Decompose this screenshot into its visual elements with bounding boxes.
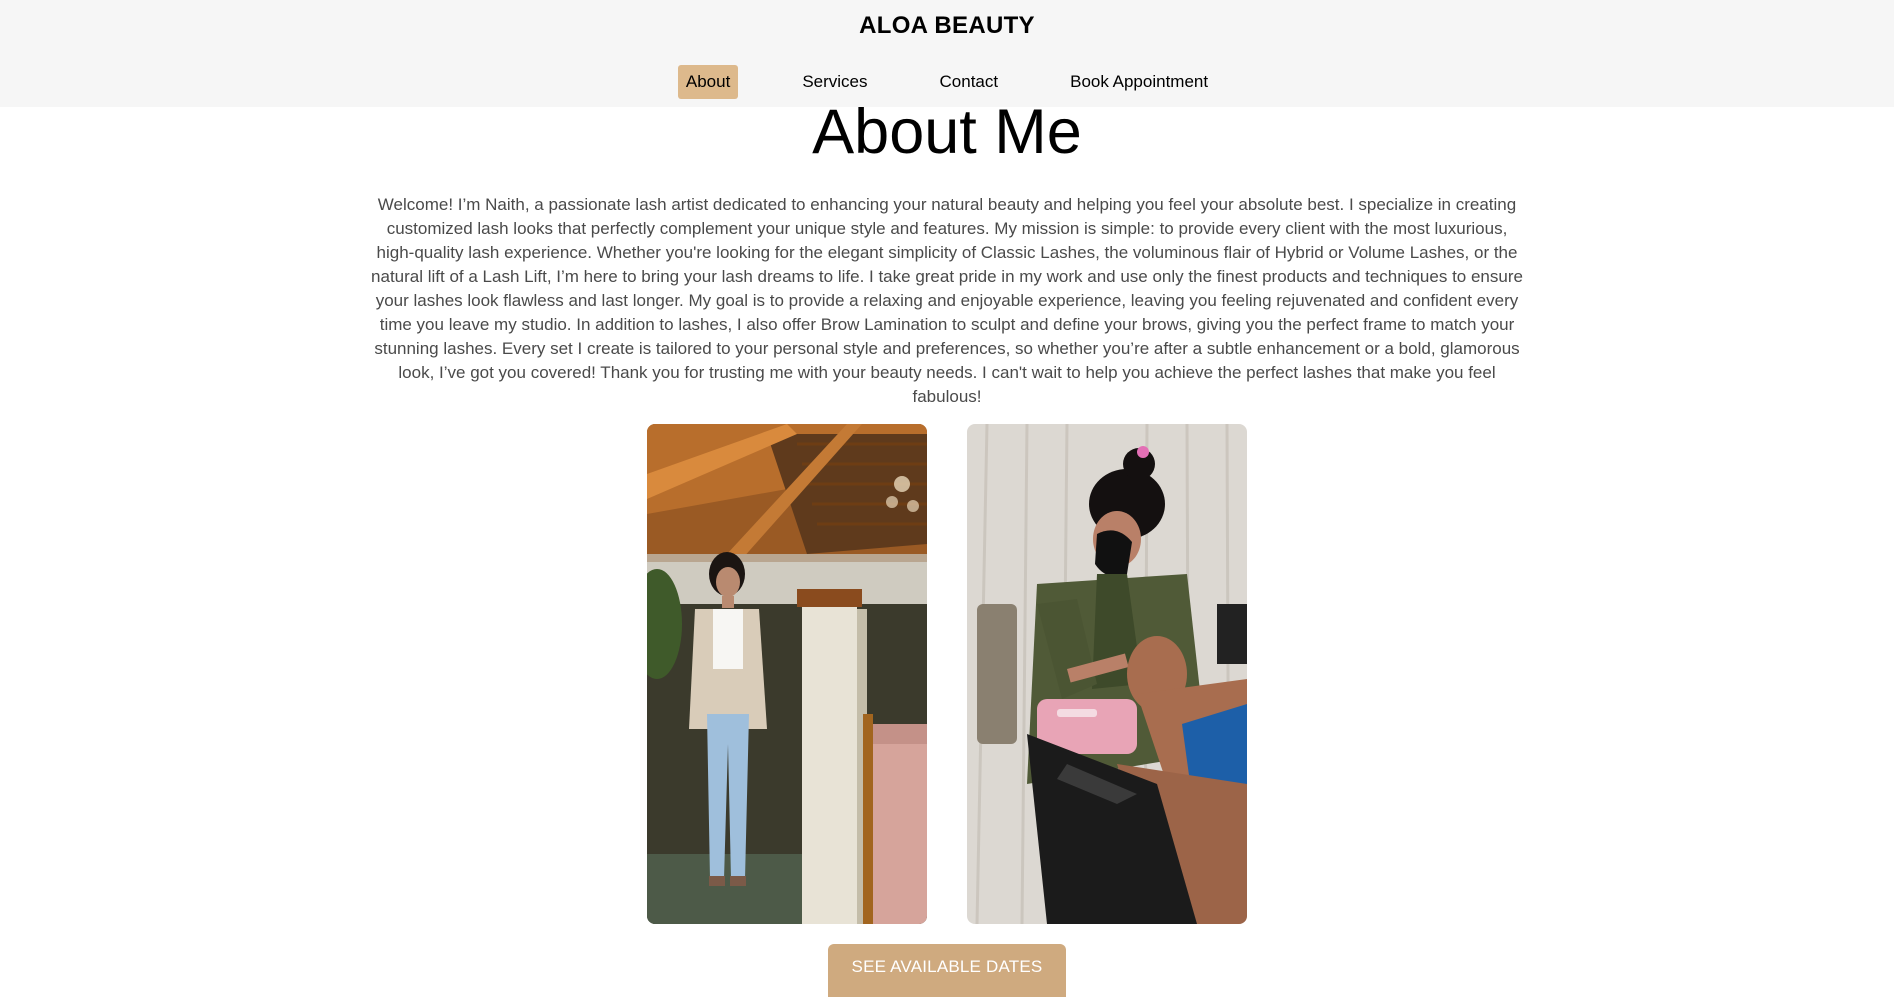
brand-logo[interactable]: ALOA BEAUTY: [0, 12, 1894, 40]
nav-item-services[interactable]: Services: [794, 65, 875, 99]
photo-gallery: [0, 424, 1894, 924]
main-nav: About Services Contact Book Appointment: [0, 65, 1894, 99]
about-text: Welcome! I’m Naith, a passionate lash ar…: [371, 195, 1523, 406]
nav-item-about[interactable]: About: [677, 65, 739, 99]
nav-item-contact[interactable]: Contact: [932, 65, 1007, 99]
about-section: About Me Welcome! I’m Naith, a passionat…: [0, 95, 1894, 997]
see-available-dates-button[interactable]: SEE AVAILABLE DATES: [827, 944, 1067, 997]
cta-container: SEE AVAILABLE DATES: [0, 944, 1894, 997]
site-header: ALOA BEAUTY About Services Contact Book …: [0, 0, 1894, 107]
artist-portrait-photo: [647, 424, 927, 924]
lash-service-photo: [967, 424, 1247, 924]
nav-item-book-appointment[interactable]: Book Appointment: [1062, 65, 1216, 99]
